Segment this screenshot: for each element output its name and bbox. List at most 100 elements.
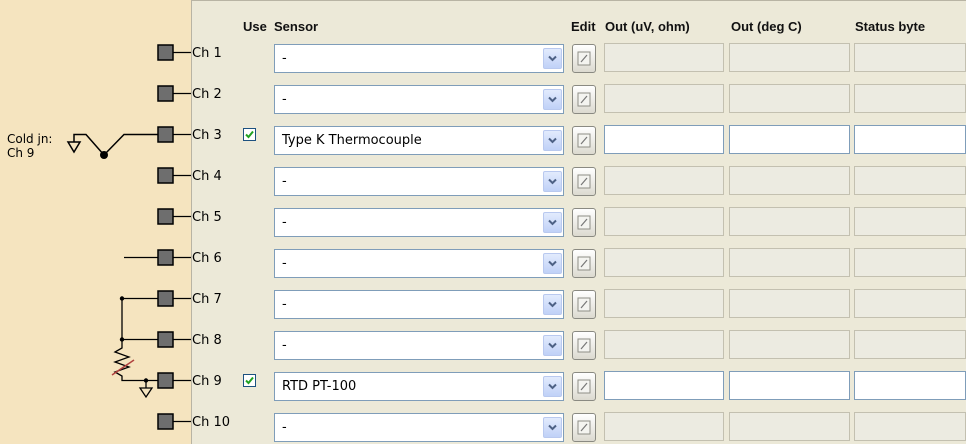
edit-button-ch8[interactable] — [572, 331, 596, 360]
header-edit: Edit — [571, 19, 596, 34]
status-byte-field-ch9[interactable] — [854, 371, 966, 400]
terminal-ch9-icon — [157, 372, 174, 389]
out-degc-field-ch4 — [729, 166, 850, 195]
dropdown-button[interactable] — [543, 171, 562, 192]
out-degc-field-ch2 — [729, 84, 850, 113]
sensor-select-ch9[interactable]: RTD PT-100 — [274, 372, 564, 401]
header-out-raw: Out (uV, ohm) — [605, 19, 690, 34]
dropdown-button[interactable] — [543, 130, 562, 151]
sensor-select-value: - — [282, 51, 287, 66]
out-raw-field-ch3[interactable] — [604, 125, 724, 154]
chevron-down-icon — [548, 55, 557, 62]
channel-label-ch3: Ch 3 — [192, 128, 222, 143]
terminal-ch6-icon — [157, 249, 174, 266]
dropdown-button[interactable] — [543, 212, 562, 233]
edit-button-ch2[interactable] — [572, 85, 596, 114]
status-byte-field-ch1 — [854, 43, 966, 72]
channel-label-ch5: Ch 5 — [192, 210, 222, 225]
chevron-down-icon — [548, 383, 557, 390]
terminal-ch10-icon — [157, 413, 174, 430]
sensor-select-ch2[interactable]: - — [274, 85, 564, 114]
edit-pencil-icon — [577, 51, 591, 66]
out-raw-field-ch2 — [604, 84, 724, 113]
out-raw-field-ch6 — [604, 248, 724, 277]
out-raw-field-ch7 — [604, 289, 724, 318]
sensor-select-ch7[interactable]: - — [274, 290, 564, 319]
chevron-down-icon — [548, 424, 557, 431]
sensor-select-value: Type K Thermocouple — [282, 133, 422, 148]
edit-button-ch9[interactable] — [572, 372, 596, 401]
header-sensor: Sensor — [274, 19, 319, 34]
dropdown-button[interactable] — [543, 294, 562, 315]
sensor-select-value: - — [282, 92, 287, 107]
sensor-select-value: - — [282, 338, 287, 353]
sensor-select-ch5[interactable]: - — [274, 208, 564, 237]
dropdown-button[interactable] — [543, 335, 562, 356]
cold-junction-label-2: Ch 9 — [7, 146, 34, 160]
dropdown-button[interactable] — [543, 253, 562, 274]
edit-button-ch5[interactable] — [572, 208, 596, 237]
edit-pencil-icon — [577, 297, 591, 312]
edit-pencil-icon — [577, 133, 591, 148]
sensor-select-value: - — [282, 420, 287, 435]
status-byte-field-ch5 — [854, 207, 966, 236]
out-raw-field-ch1 — [604, 43, 724, 72]
out-raw-field-ch9[interactable] — [604, 371, 724, 400]
header-use: Use — [243, 19, 267, 34]
edit-button-ch4[interactable] — [572, 167, 596, 196]
dropdown-button[interactable] — [543, 376, 562, 397]
chevron-down-icon — [548, 178, 557, 185]
edit-button-ch10[interactable] — [572, 413, 596, 442]
edit-pencil-icon — [577, 420, 591, 435]
dropdown-button[interactable] — [543, 48, 562, 69]
dropdown-button[interactable] — [543, 417, 562, 438]
terminal-ch5-icon — [157, 208, 174, 225]
terminal-ch1-icon — [157, 44, 174, 61]
sensor-select-ch8[interactable]: - — [274, 331, 564, 360]
out-raw-field-ch10 — [604, 412, 724, 441]
chevron-down-icon — [548, 342, 557, 349]
edit-pencil-icon — [577, 256, 591, 271]
sensor-select-ch10[interactable]: - — [274, 413, 564, 442]
thermocouple-symbol-icon — [66, 133, 158, 156]
out-raw-field-ch5 — [604, 207, 724, 236]
edit-button-ch7[interactable] — [572, 290, 596, 319]
channel-label-ch9: Ch 9 — [192, 374, 222, 389]
sensor-select-ch3[interactable]: Type K Thermocouple — [274, 126, 564, 155]
sensor-select-ch6[interactable]: - — [274, 249, 564, 278]
use-checkbox-ch3[interactable] — [243, 128, 256, 141]
edit-pencil-icon — [577, 338, 591, 353]
edit-pencil-icon — [577, 379, 591, 394]
use-checkbox-ch9[interactable] — [243, 374, 256, 387]
out-degc-field-ch8 — [729, 330, 850, 359]
terminal-ch8-icon — [157, 331, 174, 348]
sensor-select-ch1[interactable]: - — [274, 44, 564, 73]
wiring-diagram-graphic: Cold jn: Ch 9 — [7, 44, 191, 430]
cold-junction-label-1: Cold jn: — [7, 132, 52, 146]
sensor-select-ch4[interactable]: - — [274, 167, 564, 196]
terminal-ch7-icon — [157, 290, 174, 307]
out-degc-field-ch6 — [729, 248, 850, 277]
edit-pencil-icon — [577, 92, 591, 107]
edit-button-ch1[interactable] — [572, 44, 596, 73]
channel-label-ch4: Ch 4 — [192, 169, 222, 184]
sensor-select-value: - — [282, 174, 287, 189]
checkmark-icon — [245, 376, 254, 385]
chevron-down-icon — [548, 96, 557, 103]
status-byte-field-ch10 — [854, 412, 966, 441]
channel-label-ch7: Ch 7 — [192, 292, 222, 307]
status-byte-field-ch3[interactable] — [854, 125, 966, 154]
channel-label-ch8: Ch 8 — [192, 333, 222, 348]
dropdown-button[interactable] — [543, 89, 562, 110]
header-out-degc: Out (deg C) — [731, 19, 802, 34]
status-byte-field-ch4 — [854, 166, 966, 195]
out-degc-field-ch3[interactable] — [729, 125, 850, 154]
edit-button-ch6[interactable] — [572, 249, 596, 278]
channel-label-ch6: Ch 6 — [192, 251, 222, 266]
edit-button-ch3[interactable] — [572, 126, 596, 155]
out-degc-field-ch1 — [729, 43, 850, 72]
out-degc-field-ch10 — [729, 412, 850, 441]
out-degc-field-ch9[interactable] — [729, 371, 850, 400]
status-byte-field-ch6 — [854, 248, 966, 277]
out-raw-field-ch8 — [604, 330, 724, 359]
